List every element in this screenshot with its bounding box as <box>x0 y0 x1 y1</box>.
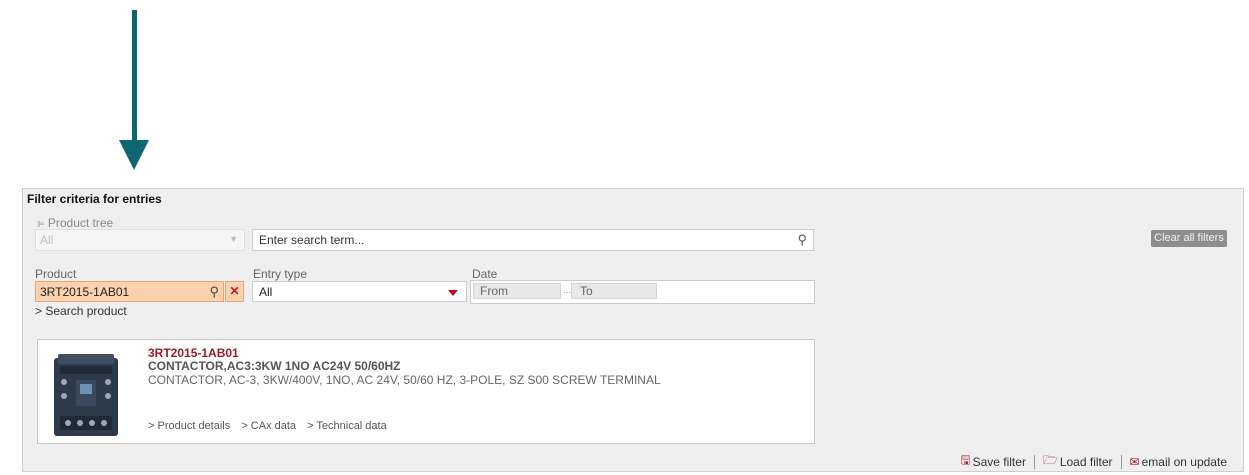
folder-open-icon: 🗁 <box>1042 453 1058 467</box>
product-tree-select[interactable]: All ▼ <box>35 229 245 251</box>
search-term-input[interactable]: Enter search term... ⚲ <box>252 229 814 251</box>
arrow-down-icon <box>119 140 149 170</box>
close-icon[interactable]: ✕ <box>225 281 244 302</box>
cax-data-label: CAx data <box>250 420 297 432</box>
entry-type-value: All <box>259 285 273 299</box>
search-product-label: Search product <box>45 304 127 318</box>
product-image[interactable] <box>46 350 126 438</box>
save-filter-label: Save filter <box>972 454 1026 469</box>
pointer-arrow-shaft <box>132 10 137 142</box>
date-from-input[interactable]: From <box>473 283 561 299</box>
load-filter-label: Load filter <box>1059 454 1113 469</box>
technical-data-link[interactable]: > Technical data <box>307 420 391 432</box>
date-label: Date <box>472 267 498 281</box>
search-icon[interactable]: ⚲ <box>209 284 219 300</box>
entry-type-label: Entry type <box>253 267 308 281</box>
tree-icon: ⊫ <box>37 219 45 229</box>
envelope-icon: ✉ <box>1129 454 1140 469</box>
product-tree-value: All <box>40 233 54 247</box>
divider <box>1033 454 1035 469</box>
product-tree-label: ⊫ Product tree <box>37 216 113 230</box>
search-term-placeholder: Enter search term... <box>259 233 365 247</box>
clear-all-filters-button[interactable]: Clear all filters <box>1151 230 1227 247</box>
product-tree-label-text: Product tree <box>47 216 114 230</box>
divider <box>1120 454 1122 469</box>
load-filter-button[interactable]: 🗁 Load filter <box>1043 451 1113 472</box>
date-to-input[interactable]: To <box>571 283 657 299</box>
chevron-down-icon <box>448 290 458 296</box>
product-input-value: 3RT2015-1AB01 <box>40 285 130 299</box>
filter-panel: Filter criteria for entries ⊫ Product tre… <box>22 188 1244 472</box>
product-id[interactable]: 3RT2015-1AB01 <box>148 346 239 360</box>
product-links: > Product details > CAx data > Technical… <box>148 420 395 432</box>
save-filter-button[interactable]: 🖫 Save filter <box>960 451 1026 472</box>
search-icon[interactable]: ⚲ <box>797 232 807 248</box>
email-on-update-button[interactable]: ✉ email on update <box>1130 455 1227 469</box>
chevron-down-icon: ▼ <box>229 234 238 244</box>
product-details-link[interactable]: > Product details <box>148 420 234 432</box>
email-on-update-label: email on update <box>1141 454 1227 469</box>
entry-type-select[interactable]: All <box>252 281 467 302</box>
panel-title: Filter criteria for entries <box>27 192 162 206</box>
technical-data-label: Technical data <box>316 420 387 432</box>
chevron-right-icon: > <box>35 304 43 318</box>
product-name: CONTACTOR,AC3:3KW 1NO AC24V 50/60HZ <box>148 359 401 373</box>
product-input[interactable]: 3RT2015-1AB01 ⚲ <box>35 281 224 302</box>
filter-actions: 🖫 Save filter 🗁 Load filter ✉ email on u… <box>960 451 1227 472</box>
product-label: Product <box>35 267 77 281</box>
cax-data-link[interactable]: > CAx data <box>241 420 300 432</box>
product-details-label: Product details <box>157 420 231 432</box>
product-card: 3RT2015-1AB01 CONTACTOR,AC3:3KW 1NO AC24… <box>37 339 815 444</box>
product-description: CONTACTOR, AC-3, 3KW/400V, 1NO, AC 24V, … <box>148 373 661 387</box>
search-product-link[interactable]: > Search product <box>35 304 127 318</box>
save-icon: 🖫 <box>960 453 971 467</box>
